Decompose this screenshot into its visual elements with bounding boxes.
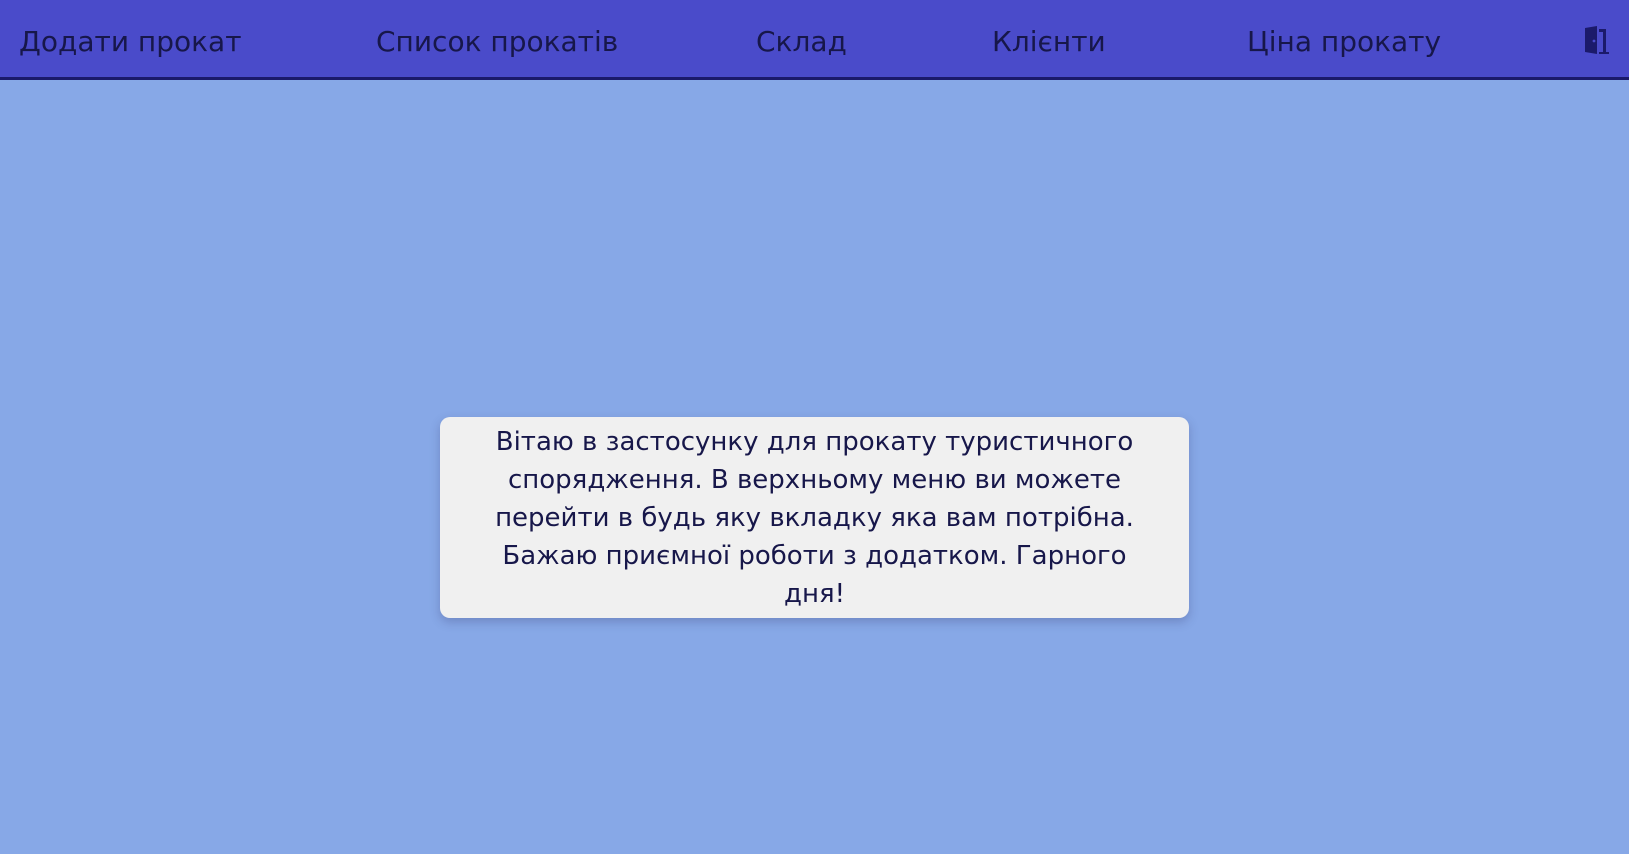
door-exit-icon: [1585, 26, 1609, 54]
nav-rental-price[interactable]: Ціна прокату: [1247, 0, 1441, 80]
welcome-card: Вітаю в застосунку для прокату туристичн…: [440, 417, 1189, 618]
logout-button[interactable]: [1582, 26, 1610, 54]
welcome-line: Бажаю приємної роботи з додатком. Гарног…: [502, 540, 1127, 609]
nav-clients[interactable]: Клієнти: [992, 0, 1106, 80]
nav-rental-list[interactable]: Список прокатів: [376, 0, 618, 80]
welcome-message: Вітаю в застосунку для прокату туристичн…: [470, 423, 1159, 613]
top-navigation-bar: Додати прокат Список прокатів Склад Кліє…: [0, 0, 1629, 80]
welcome-line: спорядження. В верхньому меню ви можете: [507, 464, 1122, 495]
welcome-line: перейти в будь яку вкладку яка вам потрі…: [495, 502, 1134, 533]
nav-add-rental[interactable]: Додати прокат: [19, 0, 242, 80]
nav-warehouse[interactable]: Склад: [756, 0, 847, 80]
welcome-line: Вітаю в застосунку для прокату туристичн…: [495, 426, 1134, 457]
